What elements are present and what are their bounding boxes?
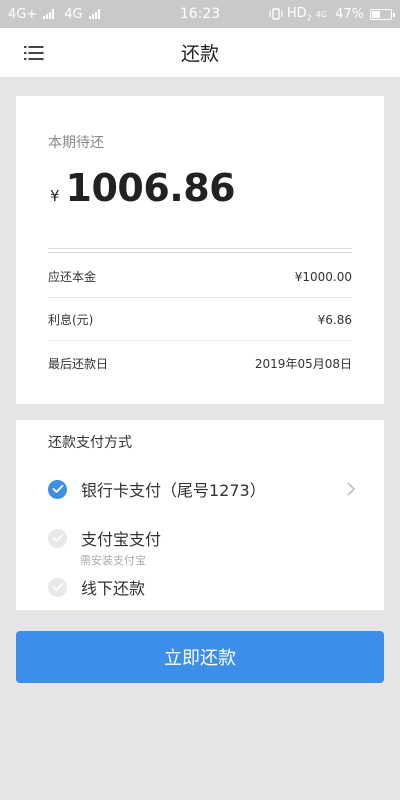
detail-row-interest: 利息(元) ¥6.86 <box>48 299 352 341</box>
amount-value: 1006.86 <box>65 166 236 210</box>
signal-icon <box>43 9 55 19</box>
detail-value: ¥6.86 <box>317 312 352 327</box>
network-4g: 4G <box>64 6 83 22</box>
alipay-hint: 需安装支付宝 <box>80 554 146 567</box>
hd-label: HD2 <box>286 5 312 23</box>
status-right: HD2 4G 47% <box>269 5 395 23</box>
payment-option-label: 银行卡支付（尾号1273） <box>81 481 266 500</box>
check-icon <box>48 528 67 548</box>
app-header: 还款 <box>0 28 400 78</box>
vibrate-icon <box>269 8 283 20</box>
detail-row-due-date: 最后还款日 2019年05月08日 <box>48 342 352 384</box>
check-icon <box>48 479 67 499</box>
check-icon <box>48 577 67 597</box>
payment-option-alipay[interactable]: 支付宝支付 <box>48 526 352 550</box>
status-left: 4G+ 4G <box>8 7 100 22</box>
payment-method-card: 还款支付方式 银行卡支付（尾号1273） 支付宝支付 需安装支付宝 线下还款 <box>16 420 384 610</box>
detail-value: 2019年05月08日 <box>254 356 352 371</box>
detail-label: 应还本金 <box>48 270 97 284</box>
signal-icon <box>88 9 100 19</box>
payment-option-label: 支付宝支付 <box>81 530 162 549</box>
detail-row-principal: 应还本金 ¥1000.00 <box>48 256 352 298</box>
repay-now-button[interactable]: 立即还款 <box>16 631 384 683</box>
status-bar: 4G+ 4G 16:23 HD2 4G 47% <box>0 0 400 28</box>
payment-option-offline[interactable]: 线下还款 <box>48 575 352 599</box>
payment-option-bank-card[interactable]: 银行卡支付（尾号1273） <box>48 477 352 501</box>
amount-currency: ¥ <box>50 187 60 205</box>
network-4g-plus: 4G+ <box>8 6 38 22</box>
page-title: 还款 <box>180 43 219 65</box>
detail-label: 最后还款日 <box>48 356 109 371</box>
payment-option-label: 线下还款 <box>81 579 146 598</box>
net-speed: 4G <box>315 9 328 19</box>
chevron-right-icon[interactable] <box>346 481 356 497</box>
detail-value: ¥1000.00 <box>294 269 352 284</box>
divider <box>48 248 352 253</box>
payment-method-title: 还款支付方式 <box>48 435 132 451</box>
amount-due: ¥ 1006.86 <box>50 166 236 210</box>
battery-icon <box>370 8 395 20</box>
bill-label: 本期待还 <box>48 135 104 151</box>
detail-label: 利息(元) <box>48 313 94 327</box>
status-time: 16:23 <box>179 6 221 22</box>
menu-icon[interactable] <box>24 45 44 61</box>
battery-percent: 47% <box>335 6 364 22</box>
bill-card: 本期待还 ¥ 1006.86 应还本金 ¥1000.00 利息(元) ¥6.86… <box>16 96 384 404</box>
